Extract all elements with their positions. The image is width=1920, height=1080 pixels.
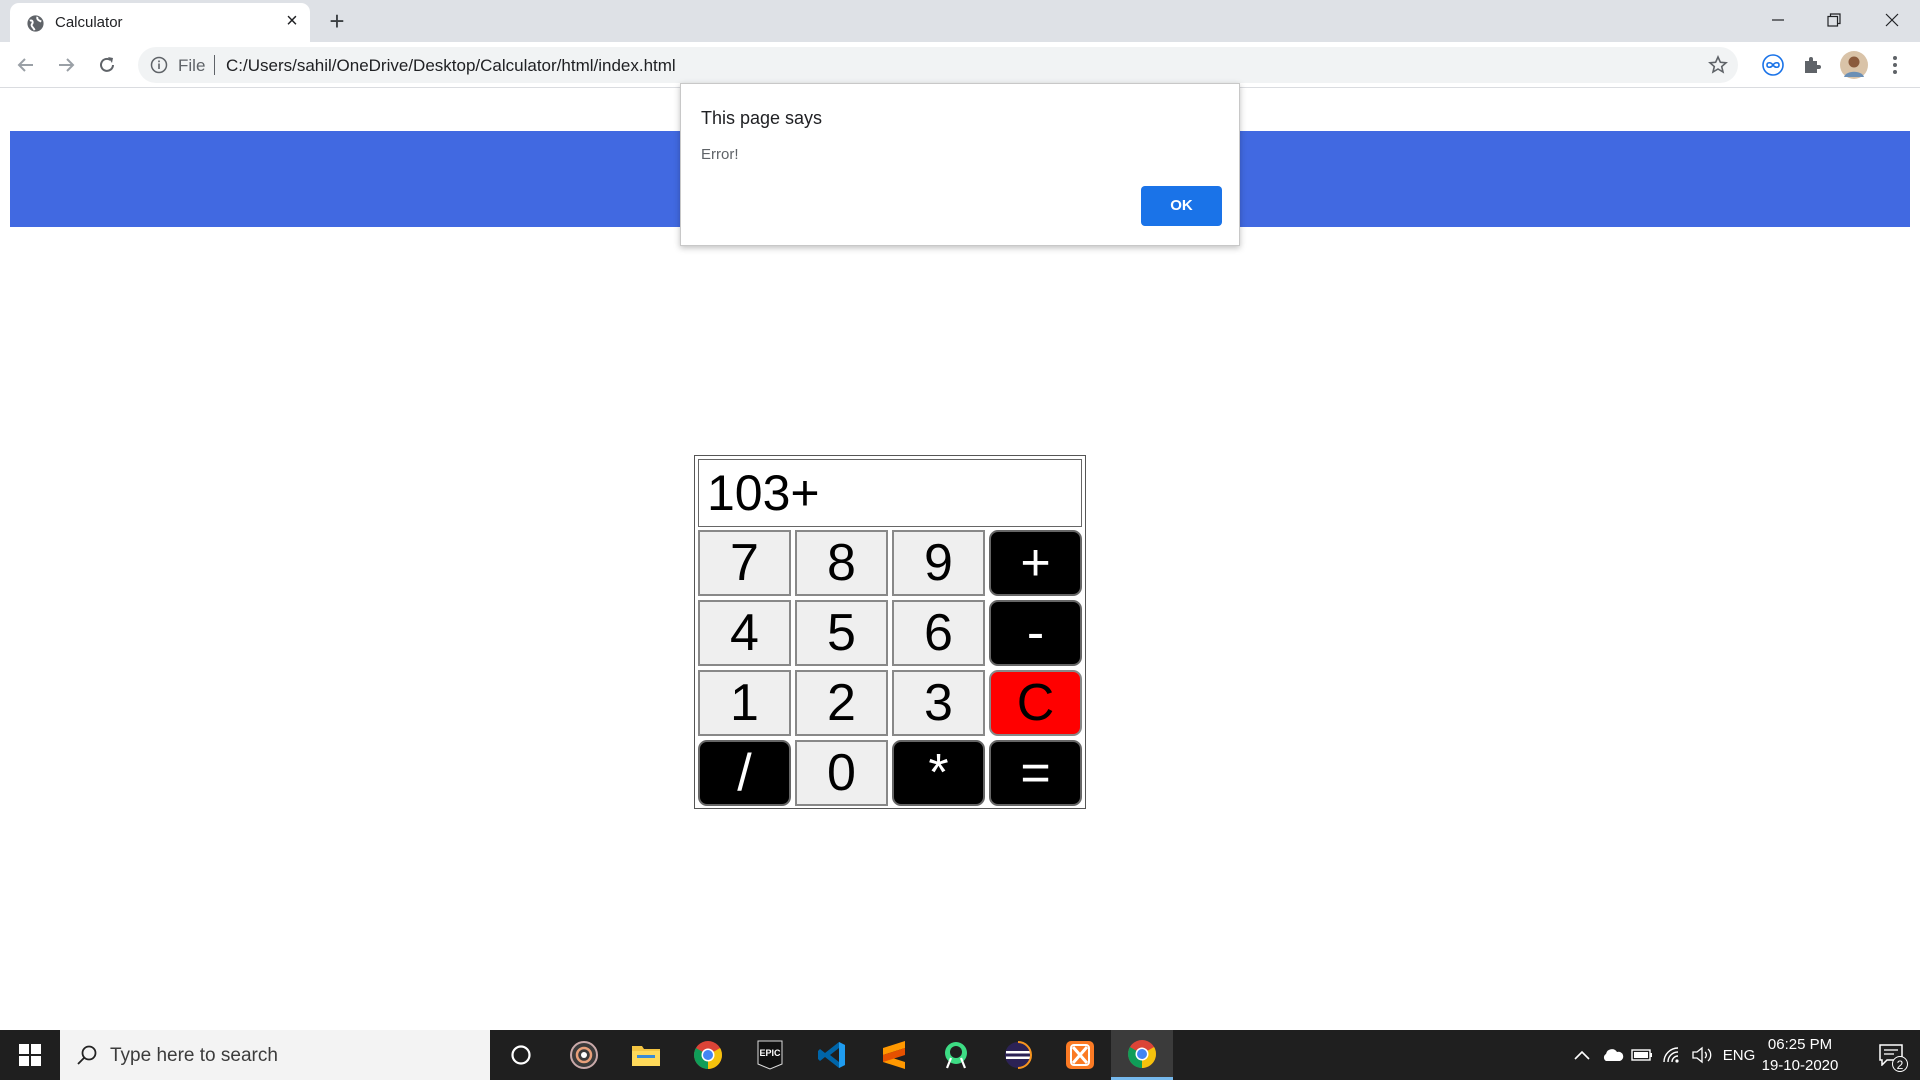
key-1-button[interactable]: 1 [698,670,791,736]
browser-tab[interactable]: Calculator × [10,3,310,42]
extensions-puzzle-icon[interactable] [1800,53,1824,77]
tray-chevron-up-icon[interactable] [1570,1030,1594,1080]
sublime-text-icon[interactable] [863,1030,925,1080]
reload-icon [100,57,114,72]
close-icon [1885,13,1899,27]
key-7-button[interactable]: 7 [698,530,791,596]
windows-logo-icon [19,1044,41,1066]
key-plus-button[interactable]: + [989,530,1082,596]
minimize-icon [1772,19,1784,21]
epic-games-icon[interactable]: EPIC [739,1030,801,1080]
cortana-icon[interactable] [490,1030,552,1080]
android-studio-icon[interactable] [925,1030,987,1080]
xampp-icon[interactable] [1049,1030,1111,1080]
key-8-button[interactable]: 8 [795,530,888,596]
volume-icon[interactable] [1688,1030,1716,1080]
reload-button[interactable] [91,49,123,81]
key-divide-button[interactable]: / [698,740,791,806]
start-button[interactable] [0,1030,60,1080]
obs-icon[interactable] [553,1030,615,1080]
key-multiply-button[interactable]: * [892,740,985,806]
chrome-icon[interactable] [677,1030,739,1080]
clock-time: 06:25 PM [1767,1036,1833,1053]
key-6-button[interactable]: 6 [892,600,985,666]
address-url[interactable]: C:/Users/sahil/OneDrive/Desktop/Calculat… [226,56,676,76]
back-arrow-icon [17,58,33,72]
eclipse-icon[interactable] [987,1030,1049,1080]
action-center-button[interactable]: 2 [1862,1030,1920,1080]
alert-dialog: This page says Error! OK [680,83,1240,246]
ok-button[interactable]: OK [1141,186,1222,226]
browser-toolbar: File C:/Users/sahil/OneDrive/Desktop/Cal… [0,42,1920,88]
key-4-button[interactable]: 4 [698,600,791,666]
browser-menu-icon[interactable] [1883,53,1907,77]
key-5-button[interactable]: 5 [795,600,888,666]
key-0-button[interactable]: 0 [795,740,888,806]
back-button[interactable] [10,49,42,81]
globe-icon [27,15,44,32]
calculator-display[interactable]: 103+ [698,459,1082,527]
key-clear-button[interactable]: C [989,670,1082,736]
minimize-button[interactable] [1750,0,1806,40]
key-3-button[interactable]: 3 [892,670,985,736]
chrome-active-icon[interactable] [1111,1030,1173,1080]
tab-close-icon[interactable]: × [280,9,304,33]
new-tab-button[interactable]: + [322,7,352,37]
bookmark-star-icon[interactable] [1708,55,1728,75]
windows-taskbar: Type here to search EPIC ENG 06:25 PM 19… [0,1030,1920,1080]
onedrive-cloud-icon[interactable] [1598,1030,1628,1080]
dialog-message: Error! [701,146,739,163]
clock-date: 19-10-2020 [1761,1057,1839,1074]
address-scheme: File [178,56,206,75]
taskbar-search-box[interactable]: Type here to search [60,1030,490,1080]
tab-title: Calculator [55,14,123,31]
address-bar[interactable]: File C:/Users/sahil/OneDrive/Desktop/Cal… [138,47,1738,83]
language-indicator[interactable]: ENG [1720,1030,1758,1080]
epic-label: EPIC [759,1048,781,1058]
taskbar-clock[interactable]: 06:25 PM 19-10-2020 [1760,1034,1840,1076]
key-2-button[interactable]: 2 [795,670,888,736]
info-icon[interactable] [150,56,168,74]
dialog-title: This page says [701,108,823,128]
search-icon [77,1045,97,1065]
extension-infinity-icon[interactable] [1761,53,1785,77]
key-9-button[interactable]: 9 [892,530,985,596]
search-placeholder: Type here to search [110,1045,278,1066]
key-minus-button[interactable]: - [989,600,1082,666]
restore-button[interactable] [1806,0,1862,40]
calculator: 103+ 7 8 9 +4 5 6- 1 2 3 C /0 * = [694,455,1086,809]
close-window-button[interactable] [1864,0,1920,40]
forward-button[interactable] [50,49,82,81]
address-separator [214,55,215,75]
vscode-icon[interactable] [801,1030,863,1080]
tab-strip: Calculator × + [0,0,1920,42]
key-equals-button[interactable]: = [989,740,1082,806]
battery-icon[interactable] [1628,1030,1656,1080]
profile-avatar[interactable] [1840,51,1868,79]
forward-arrow-icon [59,58,75,72]
file-explorer-icon[interactable] [615,1030,677,1080]
notification-count-badge: 2 [1892,1056,1908,1072]
wifi-icon[interactable] [1658,1030,1686,1080]
restore-icon [1827,13,1841,27]
